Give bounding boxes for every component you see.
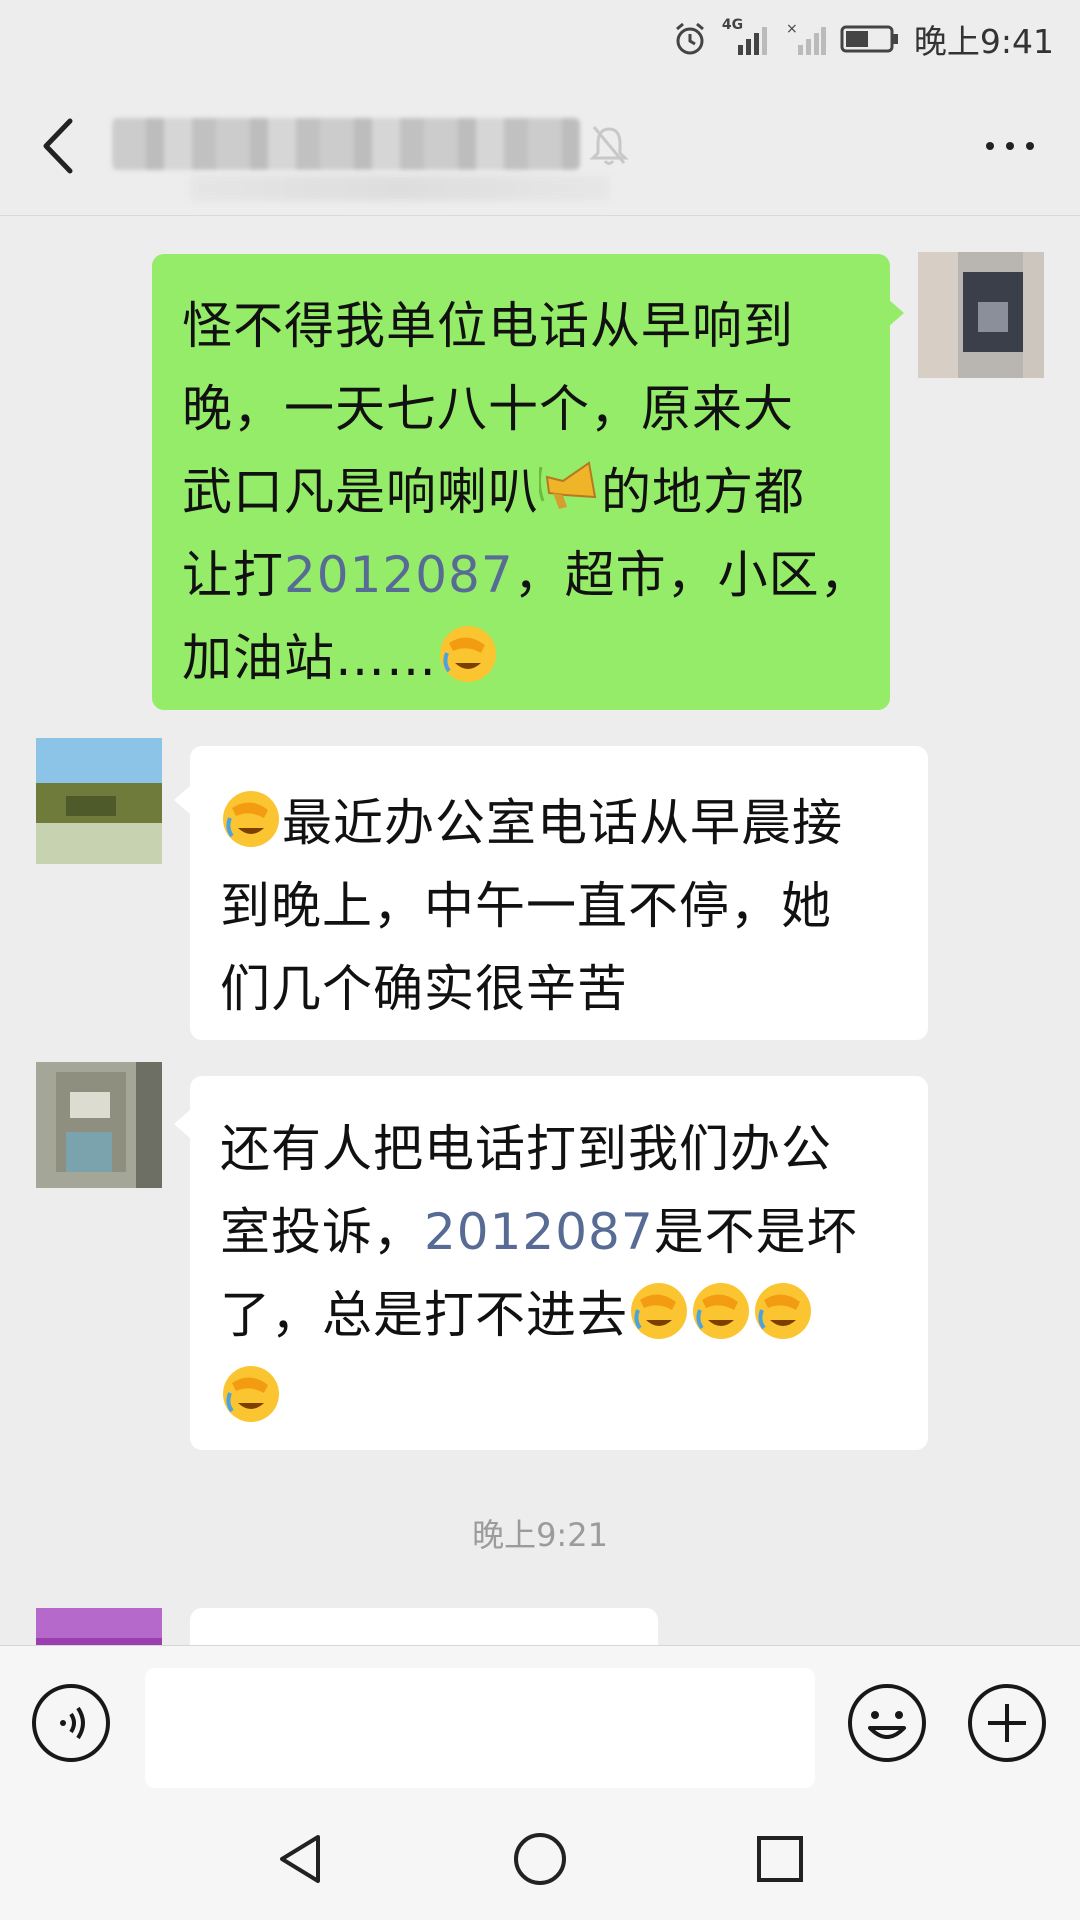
alarm-icon — [672, 21, 708, 57]
message-line-with-emoji — [220, 1357, 928, 1440]
message-bubble-outgoing[interactable]: 怪不得我单位电话从早响到 晚，一天七八十个，原来大 武口凡是响喇叭 的地方都 让打… — [152, 254, 890, 710]
plus-button[interactable] — [966, 1682, 1048, 1764]
message-bubble-incoming-partial[interactable] — [190, 1608, 658, 1645]
message-text: 是不是坏 — [653, 1203, 858, 1261]
title-blur-shadow — [190, 175, 610, 201]
contact-avatar[interactable] — [36, 738, 162, 864]
message-line: 怪不得我单位电话从早响到 — [182, 297, 794, 355]
mute-bell-icon — [588, 123, 630, 167]
message-text: 加油站…… — [182, 629, 437, 687]
input-bar — [0, 1645, 1080, 1796]
bubble-tail — [174, 786, 190, 814]
more-dots-icon — [986, 142, 1034, 150]
phone-number-link[interactable]: 2012087 — [284, 546, 514, 604]
more-button[interactable] — [980, 131, 1040, 161]
message-line: 们几个确实很辛苦 — [220, 960, 628, 1018]
nav-recent-button[interactable] — [750, 1829, 810, 1889]
contact-avatar[interactable] — [36, 1608, 162, 1645]
message-line-with-emoji: 加油站…… — [182, 617, 890, 700]
facepalm-emoji-icon — [437, 623, 499, 685]
nav-home-icon — [514, 1833, 566, 1885]
message-text: 的地方都 — [601, 463, 805, 521]
message-text: 让打 — [182, 546, 284, 604]
message-line-with-number: 室投诉，2012087是不是坏 — [220, 1191, 928, 1274]
message-text: 最近办公室电话从早晨接 — [282, 794, 843, 852]
message-line-with-emoji: 武口凡是响喇叭 的地方都 — [182, 451, 890, 534]
loudspeaker-emoji-icon — [537, 457, 601, 519]
nav-back-icon — [280, 1835, 320, 1883]
message-timestamp: 晚上9:21 — [472, 1516, 608, 1554]
network-label: 4G — [721, 17, 744, 33]
facepalm-emoji-icon — [220, 1363, 282, 1425]
message-line: 到晚上，中午一直不停，她 — [220, 877, 832, 935]
message-input[interactable] — [145, 1668, 815, 1788]
message-line-with-number: 让打2012087，超市，小区， — [182, 534, 890, 617]
status-time: 晚上9:41 — [913, 22, 1054, 61]
message-text: 室投诉， — [220, 1203, 424, 1261]
battery-icon — [840, 24, 900, 54]
phone-number-link[interactable]: 2012087 — [424, 1203, 654, 1261]
status-bar: 4G × 晚上9:41 — [0, 0, 1080, 75]
emoji-button[interactable] — [846, 1682, 928, 1764]
bubble-tail — [174, 1110, 190, 1138]
message-line-with-emoji: 了，总是打不进去 — [220, 1274, 928, 1357]
nav-recent-icon — [757, 1836, 803, 1882]
nav-back-button[interactable] — [270, 1829, 330, 1889]
no-signal-icon: × — [786, 21, 826, 57]
nav-home-button[interactable] — [510, 1829, 570, 1889]
message-bubble-incoming[interactable]: 最近办公室电话从早晨接 到晚上，中午一直不停，她 们几个确实很辛苦 — [190, 746, 928, 1040]
back-arrow-icon — [43, 118, 73, 174]
system-nav-bar — [0, 1795, 1080, 1920]
facepalm-emoji-icon — [628, 1280, 690, 1342]
facepalm-emoji-icon — [752, 1280, 814, 1342]
back-button[interactable] — [36, 115, 88, 177]
message-line: 还有人把电话打到我们办公 — [220, 1120, 832, 1178]
chat-title-blurred[interactable] — [112, 118, 580, 170]
signal-4g-icon: 4G — [722, 17, 772, 57]
message-line-with-emoji: 最近办公室电话从早晨接 — [220, 782, 928, 865]
voice-icon — [32, 1684, 110, 1762]
svg-text:×: × — [786, 21, 798, 37]
message-bubble-incoming[interactable]: 还有人把电话打到我们办公 室投诉，2012087是不是坏 了，总是打不进去 — [190, 1076, 928, 1450]
bubble-tail — [888, 299, 904, 327]
message-text: ，超市，小区， — [513, 546, 871, 604]
facepalm-emoji-icon — [220, 788, 282, 850]
my-avatar[interactable] — [918, 252, 1044, 378]
message-line: 晚，一天七八十个，原来大 — [182, 380, 794, 438]
message-text: 武口凡是响喇叭 — [182, 463, 539, 521]
plus-icon — [968, 1684, 1046, 1762]
voice-button[interactable] — [30, 1682, 112, 1764]
facepalm-emoji-icon — [690, 1280, 752, 1342]
message-text: 了，总是打不进去 — [220, 1286, 628, 1344]
contact-avatar[interactable] — [36, 1062, 162, 1188]
chat-header — [0, 75, 1080, 216]
emoji-icon — [848, 1684, 926, 1762]
